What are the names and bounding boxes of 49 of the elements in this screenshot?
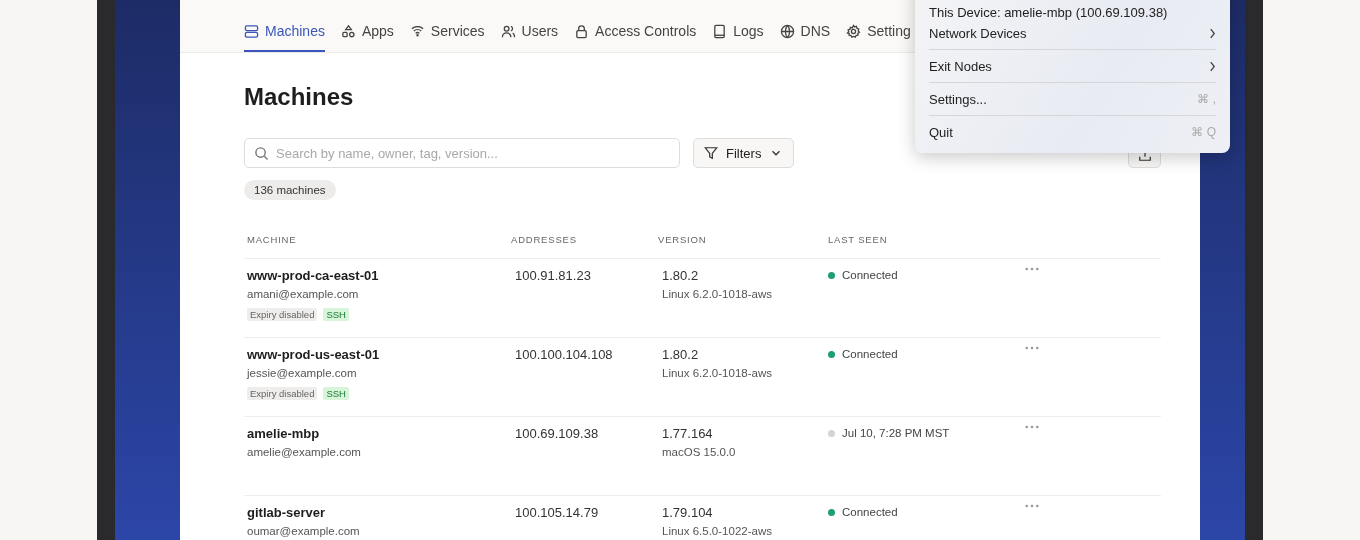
last-seen-status: Connected (842, 348, 898, 360)
search-field[interactable]: Search by name, owner, tag, version... (244, 138, 680, 168)
machine-name[interactable]: gitlab-server (247, 505, 326, 520)
nav-tab[interactable]: Logs (712, 23, 764, 52)
ip-address: 100.69.109.38 (515, 426, 599, 441)
machine-name[interactable]: www-prod-us-east-01 (247, 347, 380, 362)
owner-email: amani@example.com (247, 288, 359, 300)
nav-tab[interactable]: Users (500, 23, 559, 52)
ip-address: 100.100.104.108 (515, 347, 613, 362)
column-header: LAST SEEN (827, 234, 889, 247)
os-version: Linux 6.5.0-1022-aws (662, 525, 772, 537)
version-number: 1.79.104 (662, 505, 713, 520)
menu-item[interactable]: Exit Nodes (929, 53, 1216, 79)
ssh-tag: SSH (323, 387, 349, 400)
nav-tab[interactable]: Setting (846, 23, 911, 52)
os-version: macOS 15.0.0 (662, 446, 736, 458)
machine-name[interactable]: amelie-mbp (247, 426, 320, 441)
version-number: 1.80.2 (662, 268, 699, 283)
expiry-tag: Expiry disabled (247, 308, 318, 321)
menu-item[interactable]: Network Devices (929, 20, 1216, 46)
last-seen-status: Connected (842, 269, 898, 281)
nav-tab[interactable]: DNS (779, 23, 831, 52)
nav-tab[interactable]: Access Controls (574, 23, 697, 52)
ip-address: 100.91.81.23 (515, 268, 591, 283)
machine-name[interactable]: www-prod-ca-east-01 (247, 268, 379, 283)
nav-tab[interactable]: Apps (340, 23, 394, 52)
column-header: VERSION (657, 234, 708, 247)
os-version: Linux 6.2.0-1018-aws (662, 367, 772, 379)
ssh-tag: SSH (323, 308, 349, 321)
page-title: Machines (244, 83, 354, 111)
os-version: Linux 6.2.0-1018-aws (662, 288, 772, 300)
column-header: MACHINE (246, 234, 298, 247)
nav-tab[interactable]: Machines (244, 23, 325, 52)
menu-item[interactable]: Settings... ⌘ , (929, 86, 1216, 112)
owner-email: jessie@example.com (247, 367, 357, 379)
expiry-tag: Expiry disabled (247, 387, 318, 400)
nav-tab[interactable]: Services (409, 23, 485, 52)
last-seen-status: Jul 10, 7:28 PM MST (842, 427, 950, 439)
version-number: 1.80.2 (662, 347, 699, 362)
filters-button[interactable]: Filters (693, 138, 795, 168)
version-number: 1.77.164 (662, 426, 713, 441)
last-seen-status: Connected (842, 506, 898, 518)
menu-text: This Device: amelie-mbp (100.69.109.38) (929, 4, 1169, 20)
ip-address: 100.105.14.79 (515, 505, 599, 520)
owner-email: amelie@example.com (247, 446, 361, 458)
machine-count-badge: 136 machines (244, 180, 336, 200)
menu-item[interactable]: Quit ⌘ Q (929, 119, 1216, 145)
owner-email: oumar@example.com (247, 525, 360, 537)
column-header: ADDRESSES (510, 234, 578, 247)
